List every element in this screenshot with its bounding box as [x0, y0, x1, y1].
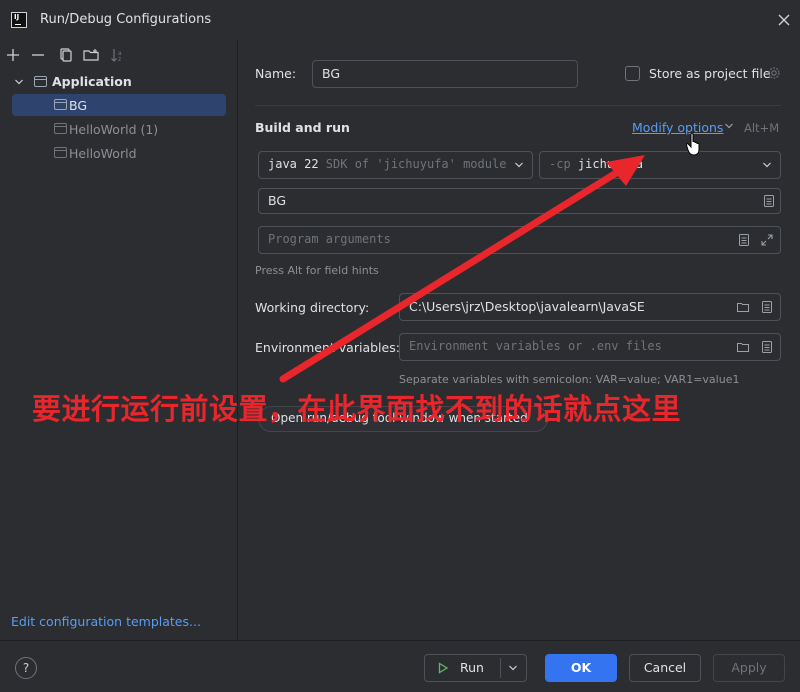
divider [255, 105, 781, 106]
close-icon[interactable] [774, 10, 794, 30]
environment-variables-placeholder: Environment variables or .env files [409, 339, 662, 353]
main-class-value: BG [268, 193, 287, 208]
new-folder-icon[interactable] [82, 46, 100, 64]
chevron-down-icon[interactable] [724, 121, 734, 131]
tree-item-label: HelloWorld (1) [69, 122, 159, 137]
modify-options-shortcut: Alt+M [744, 121, 780, 135]
ok-label: OK [570, 660, 592, 675]
annotation-text: 要进行运行前设置，在此界面找不到的话就点这里 [32, 392, 682, 426]
svg-text:z: z [118, 56, 121, 63]
environment-variables-hint: Separate variables with semicolon: VAR=v… [399, 373, 740, 386]
folder-icon[interactable] [736, 340, 750, 354]
name-input[interactable]: BG [312, 60, 578, 88]
store-as-project-label: Store as project file [649, 66, 771, 81]
window-title: Run/Debug Configurations [40, 12, 212, 27]
chevron-down-icon[interactable] [508, 663, 518, 673]
tree-item-helloworld-1[interactable]: HelloWorld (1) [12, 118, 226, 140]
program-arguments-input[interactable]: Program arguments [258, 226, 781, 254]
document-icon[interactable] [760, 300, 774, 314]
split-divider [500, 658, 501, 678]
cancel-label: Cancel [643, 660, 687, 675]
store-as-project-checkbox[interactable] [625, 66, 640, 81]
modify-options-link[interactable]: Modify options [632, 120, 723, 135]
classpath-flag: -cp [549, 157, 571, 171]
tree-item-bg[interactable]: BG [12, 94, 226, 116]
application-config-icon [54, 99, 67, 110]
apply-label: Apply [731, 660, 767, 675]
run-label: Run [460, 660, 484, 675]
environment-variables-input[interactable]: Environment variables or .env files [399, 333, 781, 361]
tree-group-label: Application [52, 74, 132, 89]
cancel-button[interactable]: Cancel [629, 654, 701, 682]
name-value: BG [322, 66, 341, 81]
add-icon[interactable] [4, 46, 22, 64]
alt-hint: Press Alt for field hints [255, 264, 379, 277]
chevron-down-icon [515, 162, 523, 168]
sort-icon[interactable]: az [108, 46, 126, 64]
environment-variables-label: Environment variables: [255, 340, 400, 355]
application-config-icon [34, 76, 47, 87]
chevron-down-icon [763, 162, 771, 168]
working-directory-input[interactable]: C:\Users\jrz\Desktop\javalearn\JavaSE [399, 293, 781, 321]
copy-icon[interactable] [56, 46, 74, 64]
play-icon [438, 662, 449, 674]
application-config-icon [54, 123, 67, 134]
ok-button[interactable]: OK [545, 654, 617, 682]
expand-icon[interactable] [760, 233, 774, 247]
help-button[interactable]: ? [15, 657, 37, 679]
name-label: Name: [255, 66, 297, 81]
title-bar: IJ Run/Debug Configurations [0, 0, 800, 40]
tree-group-application[interactable]: Application [12, 72, 226, 92]
classpath-select[interactable]: -cp jichuyufa [539, 151, 781, 179]
help-label: ? [22, 661, 30, 675]
intellij-logo-icon: IJ [11, 12, 27, 28]
jdk-module: SDK of 'jichuyufa' module [318, 157, 507, 171]
hand-cursor-icon [686, 132, 700, 156]
document-icon[interactable] [762, 194, 776, 208]
configurations-sidebar: az Application BG HelloWorld (1) HelloWo… [0, 40, 238, 640]
edit-templates-link[interactable]: Edit configuration templates... [11, 614, 201, 629]
jdk-select[interactable]: java 22 SDK of 'jichuyufa' module [258, 151, 533, 179]
main-class-input[interactable]: BG [258, 188, 781, 214]
tree-item-label: BG [69, 98, 88, 113]
apply-button[interactable]: Apply [713, 654, 785, 682]
working-directory-value: C:\Users\jrz\Desktop\javalearn\JavaSE [409, 299, 645, 314]
remove-icon[interactable] [29, 46, 47, 64]
classpath-module: jichuyufa [570, 157, 643, 171]
jdk-version: java 22 [268, 157, 319, 171]
gear-icon[interactable] [767, 66, 781, 80]
tree-item-helloworld[interactable]: HelloWorld [12, 142, 226, 164]
chevron-down-icon[interactable] [14, 77, 24, 87]
run-button[interactable]: Run [424, 654, 527, 682]
tree-item-label: HelloWorld [69, 146, 137, 161]
document-icon[interactable] [737, 233, 751, 247]
document-icon[interactable] [760, 340, 774, 354]
working-directory-label: Working directory: [255, 300, 370, 315]
program-arguments-placeholder: Program arguments [268, 232, 391, 246]
dialog-footer: ? Run OK Cancel Apply [0, 640, 800, 692]
section-title: Build and run [255, 120, 350, 135]
application-config-icon [54, 147, 67, 158]
folder-icon[interactable] [736, 300, 750, 314]
